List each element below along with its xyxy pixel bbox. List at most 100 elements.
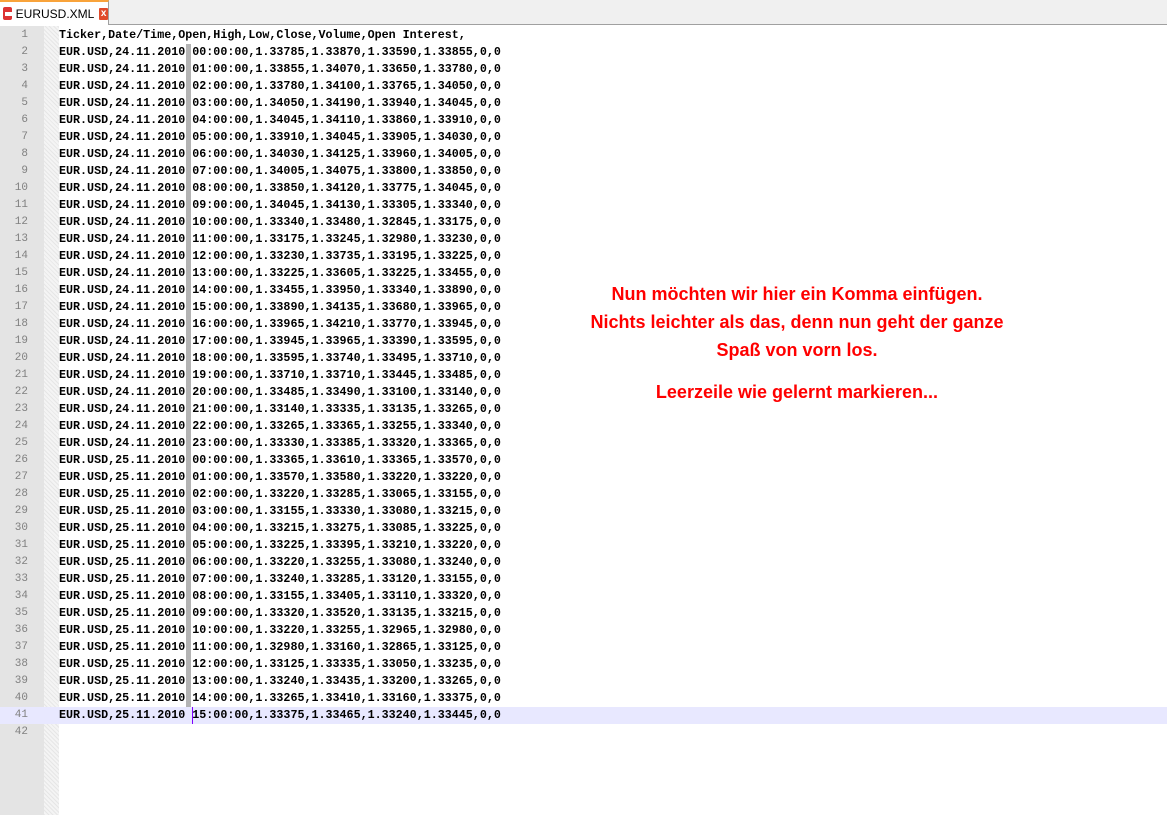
line-text: EUR.USD,24.11.2010 07:00:00,1.34005,1.34… — [59, 164, 501, 178]
line-number: 41 — [14, 709, 28, 721]
line-text: EUR.USD,24.11.2010 16:00:00,1.33965,1.34… — [59, 317, 501, 331]
editor-line[interactable]: 26 EUR.USD,25.11.2010 00:00:00,1.33365,1.… — [0, 452, 1167, 469]
line-number: 42 — [14, 726, 28, 738]
line-text: EUR.USD,25.11.2010 14:00:00,1.33265,1.33… — [59, 691, 501, 705]
line-text: EUR.USD,24.11.2010 02:00:00,1.33780,1.34… — [59, 79, 501, 93]
line-number: 9 — [21, 165, 28, 177]
line-text: EUR.USD,25.11.2010 06:00:00,1.33220,1.33… — [59, 555, 501, 569]
editor-line[interactable]: 40 EUR.USD,25.11.2010 14:00:00,1.33265,1.… — [0, 690, 1167, 707]
annotation-line-1: Nun möchten wir hier ein Komma einfügen. — [611, 284, 983, 304]
editor-line[interactable]: 2 EUR.USD,24.11.2010 00:00:00,1.33785,1.3… — [0, 44, 1167, 61]
line-number: 27 — [14, 471, 28, 483]
editor-line[interactable]: 38 EUR.USD,25.11.2010 12:00:00,1.33125,1.… — [0, 656, 1167, 673]
line-text: EUR.USD,24.11.2010 18:00:00,1.33595,1.33… — [59, 351, 501, 365]
close-icon[interactable]: x — [99, 7, 108, 20]
line-text: EUR.USD,24.11.2010 14:00:00,1.33455,1.33… — [59, 283, 501, 297]
line-text: EUR.USD,24.11.2010 23:00:00,1.33330,1.33… — [59, 436, 501, 450]
editor-line[interactable]: 29 EUR.USD,25.11.2010 03:00:00,1.33155,1.… — [0, 503, 1167, 520]
editor-line[interactable]: 39 EUR.USD,25.11.2010 13:00:00,1.33240,1.… — [0, 673, 1167, 690]
line-number: 19 — [14, 335, 28, 347]
editor-line[interactable]: 7 EUR.USD,24.11.2010 05:00:00,1.33910,1.3… — [0, 129, 1167, 146]
line-number: 18 — [14, 318, 28, 330]
line-number: 21 — [14, 369, 28, 381]
editor-line[interactable]: 37 EUR.USD,25.11.2010 11:00:00,1.32980,1.… — [0, 639, 1167, 656]
editor-line[interactable]: 23 EUR.USD,24.11.2010 21:00:00,1.33140,1.… — [0, 401, 1167, 418]
line-text: EUR.USD,24.11.2010 10:00:00,1.33340,1.33… — [59, 215, 501, 229]
editor-line[interactable]: 1 Ticker,Date/Time,Open,High,Low,Close,Vo… — [0, 27, 1167, 44]
line-text: EUR.USD,25.11.2010 10:00:00,1.33220,1.33… — [59, 623, 501, 637]
line-number: 23 — [14, 403, 28, 415]
line-text: EUR.USD,24.11.2010 00:00:00,1.33785,1.33… — [59, 45, 501, 59]
line-text: EUR.USD,24.11.2010 06:00:00,1.34030,1.34… — [59, 147, 501, 161]
line-number: 38 — [14, 658, 28, 670]
editor-line[interactable]: 15 EUR.USD,24.11.2010 13:00:00,1.33225,1.… — [0, 265, 1167, 282]
editor-line[interactable]: 34 EUR.USD,25.11.2010 08:00:00,1.33155,1.… — [0, 588, 1167, 605]
line-number: 24 — [14, 420, 28, 432]
line-text: EUR.USD,24.11.2010 21:00:00,1.33140,1.33… — [59, 402, 501, 416]
editor-line[interactable]: 9 EUR.USD,24.11.2010 07:00:00,1.34005,1.3… — [0, 163, 1167, 180]
line-number: 25 — [14, 437, 28, 449]
line-number: 8 — [21, 148, 28, 160]
line-text: EUR.USD,24.11.2010 15:00:00,1.33890,1.34… — [59, 300, 501, 314]
line-text: EUR.USD,25.11.2010 05:00:00,1.33225,1.33… — [59, 538, 501, 552]
editor-line[interactable]: 5 EUR.USD,24.11.2010 03:00:00,1.34050,1.3… — [0, 95, 1167, 112]
editor-line[interactable]: 41 EUR.USD,25.11.2010 15:00:00,1.33375,1.… — [0, 707, 1167, 724]
editor-line[interactable]: 4 EUR.USD,24.11.2010 02:00:00,1.33780,1.3… — [0, 78, 1167, 95]
editor-line[interactable]: 32 EUR.USD,25.11.2010 06:00:00,1.33220,1.… — [0, 554, 1167, 571]
line-number: 11 — [14, 199, 28, 211]
editor-line[interactable]: 12 EUR.USD,24.11.2010 10:00:00,1.33340,1.… — [0, 214, 1167, 231]
tab-bar: EURUSD.XML x — [0, 0, 1167, 25]
editor-line[interactable]: 36 EUR.USD,25.11.2010 10:00:00,1.33220,1.… — [0, 622, 1167, 639]
line-number: 30 — [14, 522, 28, 534]
editor-line[interactable]: 3 EUR.USD,24.11.2010 01:00:00,1.33855,1.3… — [0, 61, 1167, 78]
line-text: EUR.USD,24.11.2010 08:00:00,1.33850,1.34… — [59, 181, 501, 195]
editor-line[interactable]: 8 EUR.USD,24.11.2010 06:00:00,1.34030,1.3… — [0, 146, 1167, 163]
line-number: 16 — [14, 284, 28, 296]
editor-line[interactable]: 13 EUR.USD,24.11.2010 11:00:00,1.33175,1.… — [0, 231, 1167, 248]
text-caret — [192, 707, 193, 724]
line-number: 5 — [21, 97, 28, 109]
line-number: 29 — [14, 505, 28, 517]
editor-line[interactable]: 33 EUR.USD,25.11.2010 07:00:00,1.33240,1.… — [0, 571, 1167, 588]
editor-line[interactable]: 31 EUR.USD,25.11.2010 05:00:00,1.33225,1.… — [0, 537, 1167, 554]
editor-line[interactable]: 6 EUR.USD,24.11.2010 04:00:00,1.34045,1.3… — [0, 112, 1167, 129]
line-number: 22 — [14, 386, 28, 398]
editor-line[interactable]: 10 EUR.USD,24.11.2010 08:00:00,1.33850,1.… — [0, 180, 1167, 197]
editor-line[interactable]: 27 EUR.USD,25.11.2010 01:00:00,1.33570,1.… — [0, 469, 1167, 486]
line-number: 6 — [21, 114, 28, 126]
line-text: EUR.USD,24.11.2010 04:00:00,1.34045,1.34… — [59, 113, 501, 127]
editor-line[interactable]: 24 EUR.USD,24.11.2010 22:00:00,1.33265,1.… — [0, 418, 1167, 435]
line-text: EUR.USD,25.11.2010 02:00:00,1.33220,1.33… — [59, 487, 501, 501]
line-number: 37 — [14, 641, 28, 653]
editor-line[interactable]: 14 EUR.USD,24.11.2010 12:00:00,1.33230,1.… — [0, 248, 1167, 265]
line-text: EUR.USD,24.11.2010 12:00:00,1.33230,1.33… — [59, 249, 501, 263]
line-text: EUR.USD,24.11.2010 01:00:00,1.33855,1.34… — [59, 62, 501, 76]
line-number: 10 — [14, 182, 28, 194]
editor-line[interactable]: 30 EUR.USD,25.11.2010 04:00:00,1.33215,1.… — [0, 520, 1167, 537]
line-number: 28 — [14, 488, 28, 500]
line-number: 33 — [14, 573, 28, 585]
line-text: EUR.USD,25.11.2010 12:00:00,1.33125,1.33… — [59, 657, 501, 671]
line-number: 1 — [21, 29, 28, 41]
tab-title: EURUSD.XML — [15, 6, 95, 21]
line-number: 31 — [14, 539, 28, 551]
line-number: 13 — [14, 233, 28, 245]
line-text: EUR.USD,24.11.2010 05:00:00,1.33910,1.34… — [59, 130, 501, 144]
tab-eurusd-xml[interactable]: EURUSD.XML x — [0, 0, 109, 25]
editor-line[interactable]: 11 EUR.USD,24.11.2010 09:00:00,1.34045,1.… — [0, 197, 1167, 214]
editor-line[interactable]: 25 EUR.USD,24.11.2010 23:00:00,1.33330,1.… — [0, 435, 1167, 452]
annotation-line-3: Spaß von vorn los. — [716, 340, 878, 360]
line-text: EUR.USD,25.11.2010 04:00:00,1.33215,1.33… — [59, 521, 501, 535]
line-number: 17 — [14, 301, 28, 313]
line-text: EUR.USD,24.11.2010 03:00:00,1.34050,1.34… — [59, 96, 501, 110]
line-number: 3 — [21, 63, 28, 75]
annotation-line-2: Nichts leichter als das, denn nun geht d… — [590, 312, 1004, 332]
line-number: 40 — [14, 692, 28, 704]
line-text: EUR.USD,25.11.2010 07:00:00,1.33240,1.33… — [59, 572, 501, 586]
line-text: EUR.USD,25.11.2010 09:00:00,1.33320,1.33… — [59, 606, 501, 620]
editor-line[interactable]: 42 — [0, 724, 1167, 741]
editor-line[interactable]: 35 EUR.USD,25.11.2010 09:00:00,1.33320,1.… — [0, 605, 1167, 622]
editor-line[interactable]: 28 EUR.USD,25.11.2010 02:00:00,1.33220,1.… — [0, 486, 1167, 503]
line-number: 20 — [14, 352, 28, 364]
line-text: EUR.USD,25.11.2010 11:00:00,1.32980,1.33… — [59, 640, 501, 654]
